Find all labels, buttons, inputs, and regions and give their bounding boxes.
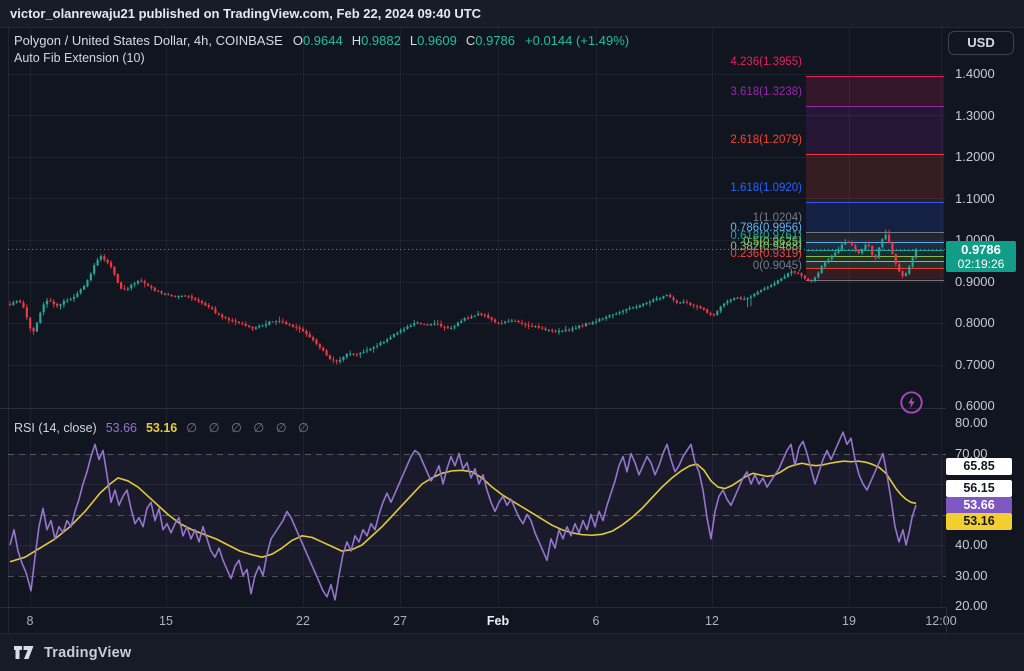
main-chart-canvas[interactable] [8,28,946,408]
time-tick-6: 6 [592,614,600,628]
tradingview-brand-text[interactable]: TradingView [44,645,131,661]
rsi-empty-values: ∅ ∅ ∅ ∅ ∅ ∅ [186,421,313,435]
ohlc-l: L0.9609 [409,33,457,48]
time-tick-8: 8 [26,614,34,628]
price-tick: 1.1000 [955,190,995,206]
bar-countdown: 02:19:26 [957,256,1005,271]
price-tick: 0.6000 [955,398,995,413]
rsi-title: RSI (14, close) [14,421,97,435]
price-axis[interactable]: USD 1.4000 1.3000 1.2000 1.1000 1.0000 0.9000… [946,28,1024,613]
time-tick-22: 22 [296,614,310,628]
ohlc-o: O0.9644 [292,33,343,48]
time-tick-Feb: Feb [486,614,510,628]
price-tick: 1.3000 [955,107,995,123]
rsi-legend[interactable]: RSI (14, close) 53.66 53.16 ∅ ∅ ∅ ∅ ∅ ∅ [14,420,313,435]
rsi-tick: 30.00 [955,567,988,583]
fib-label-3.618: 3.618(1.3238) [730,85,802,98]
symbol-title[interactable]: Polygon / United States Dollar, 4h, COIN… [14,33,283,48]
fib-label-2.618: 2.618(1.2079) [730,133,802,146]
price-tick: 0.9000 [955,273,995,289]
rsi-level-badge: 53.16 [946,513,1012,530]
price-tick: 1.2000 [955,149,995,164]
price-tick: 1.4000 [955,66,995,81]
indicator-legend-fib[interactable]: Auto Fib Extension (10) [14,51,145,65]
time-tick-27: 27 [393,614,407,628]
time-tick-19: 19 [842,614,856,628]
rsi-level-badge: 65.85 [946,458,1012,475]
current-price-badge: 0.9786 02:19:26 [946,240,1016,272]
rsi-level-badge: 53.66 [946,497,1012,514]
current-price-value: 0.9786 [961,241,1001,257]
fib-label-0.236: 0.236(0.9319) [730,248,802,261]
time-tick-12: 12 [705,614,719,628]
plot-left-frame [8,28,9,633]
currency-toggle-button[interactable]: USD [948,31,1014,55]
ohlc-h: H0.9882 [351,33,401,48]
rsi-tick: 40.00 [955,537,988,552]
time-axis[interactable]: 8 15 22 27 Feb 6 12 19 12:00 [0,607,957,633]
rsi-smooth-value: 53.16 [145,421,178,435]
change-value: +0.0144 (+1.49%) [525,33,630,48]
fib-indicator-label: Auto Fib Extension (10) [14,51,145,65]
price-tick: 0.8000 [955,315,995,330]
rsi-value: 53.66 [105,421,137,435]
chart-legend[interactable]: Polygon / United States Dollar, 4h, COIN… [14,33,629,48]
tradingview-snapshot: victor_olanrewaju21 published on Trading… [0,0,1024,671]
time-tick-12:00: 12:00 [925,614,957,628]
time-tick-15: 15 [159,614,173,628]
fib-label-1.618: 1.618(1.0920) [730,181,802,194]
rsi-tick: 80.00 [955,415,988,430]
lightning-icon [908,396,915,409]
fib-label-4.236: 4.236(1.3955) [730,55,802,68]
price-tick: 0.7000 [955,356,995,372]
rsi-pane-canvas[interactable] [8,410,946,607]
publish-info-bar: victor_olanrewaju21 published on Trading… [0,0,1024,28]
footer-bar: TradingView [0,633,1024,671]
tradingview-logo-icon[interactable] [13,644,35,661]
rsi-level-badge: 56.15 [946,480,1012,497]
ohlc-values: O0.9644 H0.9882 L0.9609 C0.9786 [293,33,515,48]
publish-info-text: victor_olanrewaju21 published on Trading… [10,6,482,21]
fib-label-0: 0(0.9045) [752,259,802,272]
ohlc-c: C0.9786 [465,33,516,48]
rsi-tick: 20.00 [955,598,988,613]
pane-separator[interactable] [0,408,1024,409]
boost-lightning-button[interactable] [899,390,924,415]
